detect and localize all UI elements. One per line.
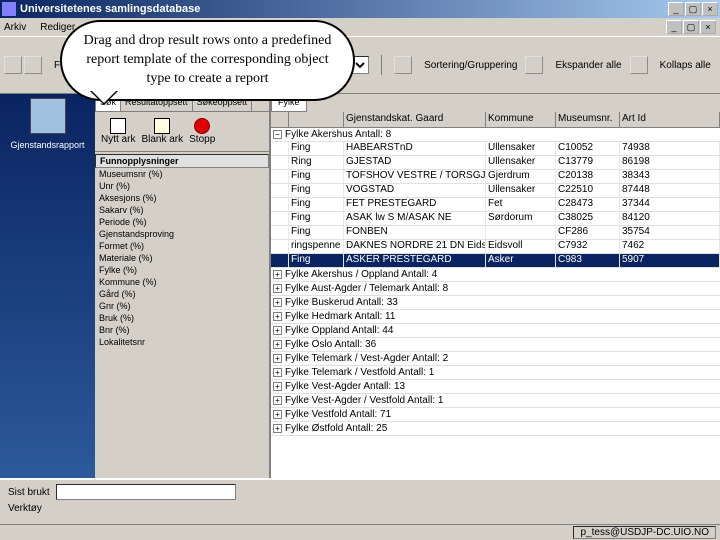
close-button[interactable]: × [702,2,718,16]
expand-icon[interactable]: + [273,326,282,335]
field-item[interactable]: Formet (%) [95,240,269,252]
mdi-close-button[interactable]: × [700,20,716,34]
tree-group-row[interactable]: +Fylke Vestfold Antall: 71 [271,408,720,422]
tree-group-row[interactable]: +Fylke Telemark / Vest-Agder Antall: 2 [271,352,720,366]
toolbar-icon-1[interactable] [4,56,22,74]
instruction-callout: Drag and drop result rows onto a predefi… [60,20,355,101]
tree-group-row[interactable]: +Fylke Oslo Antall: 36 [271,338,720,352]
minimize-button[interactable]: _ [668,2,684,16]
clear-sheet-button[interactable]: Blank ark [139,116,185,147]
tree-group-row[interactable]: +Fylke Akershus / Oppland Antall: 4 [271,268,720,282]
results-header: Gjenstandskat. Gaard Kommune Museumsnr. … [271,112,720,128]
expand-icon[interactable]: + [273,270,282,279]
result-row[interactable]: FingASKER PRESTEGARDAskerC9835907 [271,254,720,268]
toolbar-icon-2[interactable] [24,56,42,74]
field-item[interactable]: Fylke (%) [95,264,269,276]
app-icon [2,2,16,16]
tree-group-row[interactable]: +Fylke Østfold Antall: 25 [271,422,720,436]
tree-group-row[interactable]: +Fylke Buskerud Antall: 33 [271,296,720,310]
sist-brukt-input[interactable] [56,484,236,500]
result-row[interactable]: FingFET PRESTEGARDFetC2847337344 [271,198,720,212]
col-museumsnr[interactable]: Museumsnr. [556,112,620,127]
report-tool-label: Gjenstandsrapport [4,140,91,150]
search-panel: Søk Resultatoppsett Søkeoppsett Nytt ark… [95,94,270,522]
report-tool-icon[interactable] [30,98,66,134]
field-item[interactable]: Gjenstandsproving [95,228,269,240]
expand-all-label[interactable]: Ekspander alle [555,60,621,71]
field-item[interactable]: Lokalitetsnr [95,336,269,348]
result-row[interactable]: FingTOFSHOV VESTRE / TORSGJERDUMGjerdrum… [271,170,720,184]
result-row[interactable]: FingASAK lw S M/ASAK NESørdorumC38025841… [271,212,720,226]
expand-icon[interactable]: + [273,424,282,433]
field-item[interactable]: Unr (%) [95,180,269,192]
expand-all-icon[interactable] [525,56,543,74]
bottom-panel: Sist brukt Verktøy [0,478,720,524]
field-item[interactable]: Kommune (%) [95,276,269,288]
stop-icon [194,118,210,134]
expand-icon[interactable]: + [273,410,282,419]
sidebar: Gjenstandsrapport [0,94,95,522]
clear-sheet-icon [154,118,170,134]
result-row[interactable]: FingFONBENCF28635754 [271,226,720,240]
status-user: p_tess@USDJP-DC.UIO.NO [573,526,716,539]
tree-group-row[interactable]: +Fylke Oppland Antall: 44 [271,324,720,338]
field-item[interactable]: Bruk (%) [95,312,269,324]
sist-brukt-label: Sist brukt [8,487,50,498]
new-sheet-icon [110,118,126,134]
result-row[interactable]: ringspenneDAKNES NORDRE 21 DN EidsvollEi… [271,240,720,254]
field-list: Funnopplysninger Museumsnr (%)Unr (%)Aks… [95,152,269,522]
collapse-icon[interactable]: − [273,130,282,139]
menu-rediger[interactable]: Rediger [40,22,75,33]
expand-icon[interactable]: + [273,298,282,307]
stop-button[interactable]: Stopp [187,116,217,147]
menu-arkiv[interactable]: Arkiv [4,22,26,33]
field-item[interactable]: Periode (%) [95,216,269,228]
col-kommune[interactable]: Kommune [486,112,556,127]
expand-icon[interactable]: + [273,312,282,321]
collapse-all-icon[interactable] [630,56,648,74]
expand-icon[interactable]: + [273,396,282,405]
field-item[interactable]: Museumsnr (%) [95,168,269,180]
statusbar: p_tess@USDJP-DC.UIO.NO [0,524,720,540]
tree-group-row[interactable]: +Fylke Hedmark Antall: 11 [271,310,720,324]
window-titlebar: Universitetenes samlingsdatabase _ ▢ × [0,0,720,18]
sort-group-label[interactable]: Sortering/Gruppering [424,60,517,71]
new-sheet-button[interactable]: Nytt ark [99,116,137,147]
results-panel: Fylke Gjenstandskat. Gaard Kommune Museu… [270,94,720,522]
tree-group-row[interactable]: +Fylke Vest-Agder Antall: 13 [271,380,720,394]
tree-group-row[interactable]: +Fylke Vest-Agder / Vestfold Antall: 1 [271,394,720,408]
field-item[interactable]: Gnr (%) [95,300,269,312]
expand-icon[interactable]: + [273,340,282,349]
col-artid[interactable]: Art Id [620,112,720,127]
field-item[interactable]: Bnr (%) [95,324,269,336]
mdi-restore-button[interactable]: ▢ [683,20,699,34]
expand-icon[interactable]: + [273,368,282,377]
field-item[interactable]: Gård (%) [95,288,269,300]
collapse-all-label[interactable]: Kollaps alle [660,60,711,71]
result-row[interactable]: FingHABEARSTnDUllensakerC1005274938 [271,142,720,156]
mdi-minimize-button[interactable]: _ [666,20,682,34]
tree-group-row[interactable]: −Fylke Akershus Antall: 8 [271,128,720,142]
result-row[interactable]: RingGJESTADUllensakerC1377986198 [271,156,720,170]
expand-icon[interactable]: + [273,284,282,293]
field-item[interactable]: Aksesjons (%) [95,192,269,204]
expand-icon[interactable]: + [273,382,282,391]
result-row[interactable]: FingVOGSTADUllensakerC2251087448 [271,184,720,198]
expand-icon[interactable]: + [273,354,282,363]
restore-button[interactable]: ▢ [685,2,701,16]
tree-group-row[interactable]: +Fylke Aust-Agder / Telemark Antall: 8 [271,282,720,296]
sort-group-icon[interactable] [394,56,412,74]
results-body[interactable]: −Fylke Akershus Antall: 8 FingHABEARSTnD… [271,128,720,522]
tree-group-row[interactable]: +Fylke Telemark / Vestfold Antall: 1 [271,366,720,380]
verktoy-label: Verktøy [8,503,42,514]
field-item[interactable]: Materiale (%) [95,252,269,264]
col-name[interactable]: Gjenstandskat. Gaard [344,112,486,127]
field-list-header: Funnopplysninger [95,154,269,168]
field-item[interactable]: Sakarv (%) [95,204,269,216]
window-title: Universitetenes samlingsdatabase [20,3,668,15]
